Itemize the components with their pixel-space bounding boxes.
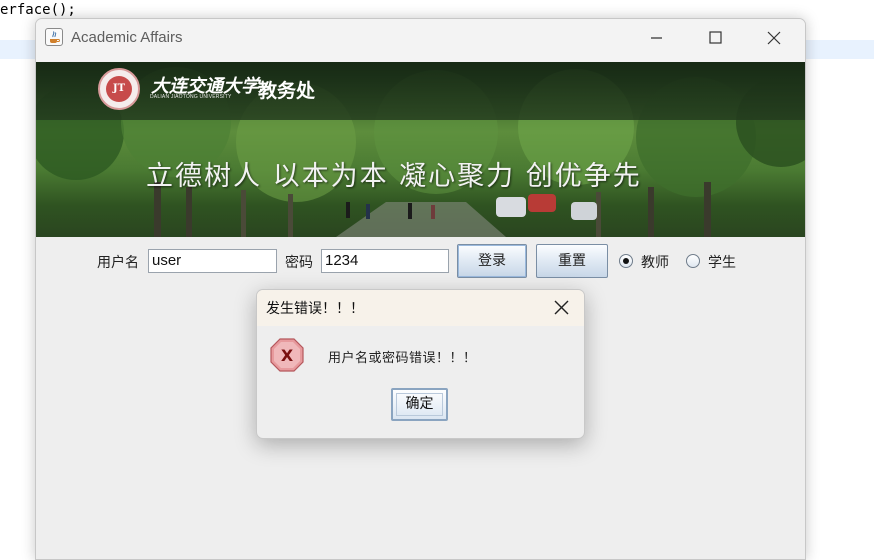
dialog-titlebar[interactable]: 发生错误！！！ [257, 290, 584, 326]
svg-text:X: X [281, 346, 294, 365]
dialog-message: 用户名或密码错误！！！ [328, 351, 477, 366]
role-student-label[interactable]: 学生 [708, 252, 736, 272]
password-label: 密码 [285, 255, 313, 271]
window-title: Academic Affairs [71, 29, 183, 46]
dialog-title: 发生错误！！！ [266, 301, 364, 317]
university-logo: JT [98, 68, 140, 110]
banner-slogan: 立德树人 以本为本 凝心聚力 创优争先 [146, 161, 642, 192]
username-field[interactable]: user [148, 249, 277, 273]
username-label: 用户名 [97, 255, 139, 271]
maximize-button[interactable] [700, 27, 730, 49]
dialog-ok-button[interactable]: 确定 [391, 388, 448, 421]
department-name: 教务处 [258, 80, 316, 102]
login-button[interactable]: 登录 [457, 244, 527, 278]
reset-button[interactable]: 重置 [536, 244, 608, 278]
role-teacher-label[interactable]: 教师 [641, 252, 669, 272]
error-dialog: 发生错误！！！ X 用户名或密码错误！！！ 确定 [256, 289, 585, 439]
focus-ring [396, 393, 443, 416]
university-name-en: DALIAN JIAOTONG UNIVERSITY [150, 94, 232, 100]
dialog-close-button[interactable] [551, 298, 573, 318]
error-icon: X [270, 338, 304, 372]
role-teacher-radio[interactable] [619, 254, 633, 268]
window-titlebar[interactable]: Academic Affairs [36, 19, 805, 62]
close-window-button[interactable] [759, 27, 789, 49]
radio-selected-dot [623, 258, 629, 264]
ide-code-line: erface(); [0, 2, 76, 18]
minimize-button[interactable] [641, 27, 671, 49]
java-app-icon [45, 28, 63, 46]
role-student-radio[interactable] [686, 254, 700, 268]
campus-banner: JT 大连交通大学 DALIAN JIAOTONG UNIVERSITY 教务处… [36, 62, 805, 237]
password-field[interactable]: 1234 [321, 249, 449, 273]
